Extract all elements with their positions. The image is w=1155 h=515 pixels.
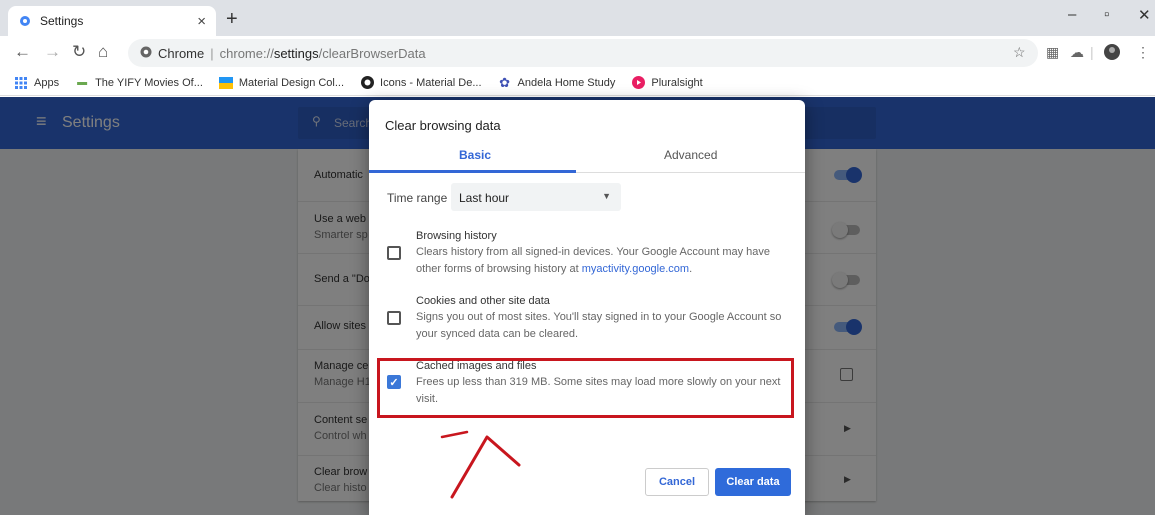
tab-strip: Settings × + – ▫ ✕ — [0, 0, 1155, 36]
yify-icon: ▬ — [77, 77, 88, 88]
maximize-button[interactable]: ▫ — [1104, 6, 1109, 23]
new-tab-button[interactable]: + — [226, 8, 238, 31]
divider: | — [1090, 44, 1094, 60]
bookmark-icons-material[interactable]: Icons - Material De... — [360, 76, 482, 90]
myactivity-link[interactable]: myactivity.google.com — [582, 263, 689, 275]
bookmarks-bar: Apps ▬ The YIFY Movies Of... Material De… — [0, 70, 1155, 96]
option-title: Cookies and other site data — [416, 295, 550, 307]
bookmark-label: Pluralsight — [651, 76, 703, 89]
bookmark-star-icon[interactable]: ☆ — [1013, 44, 1026, 61]
bookmark-label: The YIFY Movies Of... — [95, 76, 203, 89]
tab-basic[interactable]: Basic — [459, 148, 491, 162]
chrome-logo-icon — [140, 46, 152, 61]
cancel-button[interactable]: Cancel — [645, 468, 709, 496]
gear-icon — [18, 14, 32, 28]
forward-icon[interactable]: → — [44, 42, 61, 62]
bookmark-andela[interactable]: ✿ Andela Home Study — [498, 74, 616, 90]
option-title: Browsing history — [416, 230, 497, 242]
bookmark-material-design[interactable]: Material Design Col... — [218, 76, 345, 90]
bookmark-label: Apps — [34, 76, 60, 89]
home-icon[interactable]: ⌂ — [98, 42, 108, 62]
option-description: Clears history from all signed-in device… — [416, 246, 771, 275]
url-text: chrome://settings/clearBrowserData — [219, 45, 426, 61]
tab-title: Settings — [40, 14, 84, 28]
pluralsight-icon — [631, 76, 645, 90]
apps-grid-icon — [14, 76, 28, 90]
dialog-footer: Cancel Clear data — [369, 464, 805, 515]
extension-icon[interactable]: ▦ — [1046, 44, 1059, 61]
reload-icon[interactable]: ↻ — [72, 42, 86, 62]
material-design-icon — [218, 76, 233, 90]
dropdown-arrow-icon: ▼ — [602, 191, 611, 201]
option-description: Signs you out of most sites. You'll stay… — [416, 311, 782, 340]
bookmark-yify[interactable]: ▬ The YIFY Movies Of... — [75, 76, 203, 90]
browser-toolbar: ← → ↻ ⌂ Chrome | chrome://settings/clear… — [0, 36, 1155, 70]
menu-dots-icon[interactable]: ⋮ — [1136, 44, 1150, 61]
bookmark-pluralsight[interactable]: Pluralsight — [631, 76, 703, 90]
dialog-title: Clear browsing data — [385, 118, 501, 133]
tab-indicator — [369, 170, 576, 173]
time-range-select[interactable]: Last hour ▼ — [451, 183, 621, 211]
address-bar[interactable]: Chrome | chrome://settings/clearBrowserD… — [128, 39, 1038, 67]
site-label: Chrome — [158, 45, 205, 61]
tab-close-icon[interactable]: × — [197, 13, 206, 30]
annotation-highlight-box — [377, 358, 794, 418]
back-icon[interactable]: ← — [14, 42, 31, 62]
browsing-history-checkbox[interactable] — [387, 246, 401, 260]
time-range-label: Time range — [387, 191, 448, 205]
avatar[interactable] — [1104, 44, 1120, 63]
tab-settings[interactable]: Settings × — [8, 6, 216, 36]
bookmark-label: Material Design Col... — [238, 76, 345, 89]
github-icon — [360, 76, 374, 90]
bookmark-label: Icons - Material De... — [380, 76, 482, 89]
time-range-value: Last hour — [459, 191, 510, 205]
cookies-checkbox[interactable] — [387, 311, 401, 325]
bookmark-apps[interactable]: Apps — [14, 76, 59, 90]
clear-data-button[interactable]: Clear data — [715, 468, 791, 496]
url-separator: | — [210, 45, 214, 61]
close-window-button[interactable]: ✕ — [1138, 6, 1151, 24]
tab-advanced[interactable]: Advanced — [664, 148, 717, 162]
bookmark-label: Andela Home Study — [517, 76, 616, 89]
drive-icon[interactable]: ☁ — [1070, 44, 1084, 61]
andela-icon: ✿ — [499, 74, 510, 90]
clear-browsing-data-dialog: Clear browsing data Basic Advanced Time … — [369, 100, 805, 515]
minimize-button[interactable]: – — [1068, 6, 1076, 23]
annotation-arrow — [440, 430, 521, 499]
